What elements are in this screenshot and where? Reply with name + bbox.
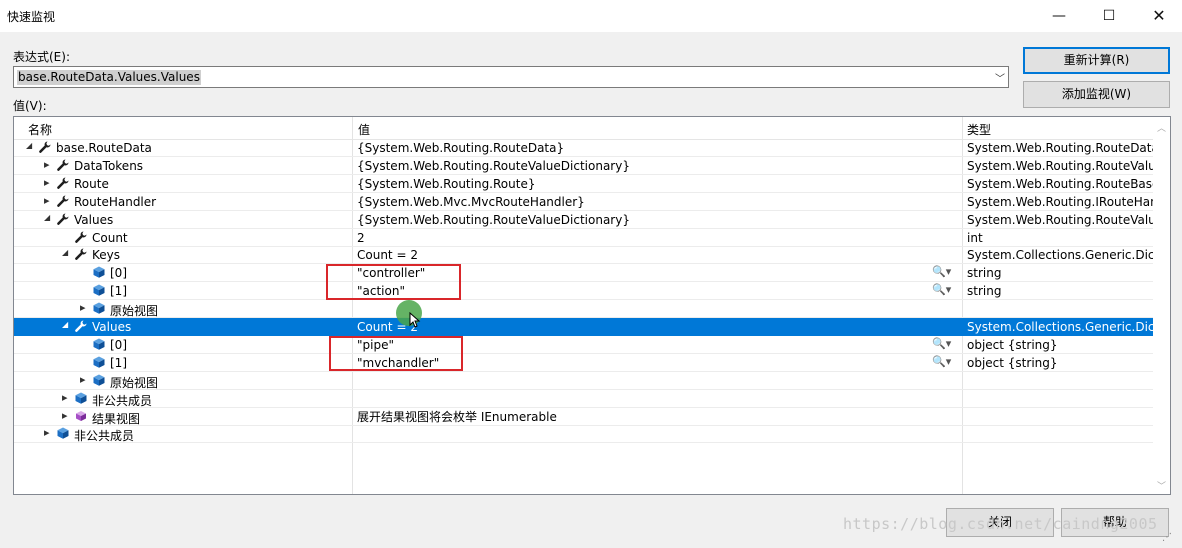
row-name: [1] [110,355,127,370]
row-value[interactable]: {System.Web.Routing.RouteData} [357,141,957,155]
tree-row[interactable]: [1] "action" 🔍▾ string [14,282,1154,301]
expand-arrow-icon[interactable]: ▸ [44,194,52,207]
row-name: Values [92,320,132,334]
expression-combobox[interactable]: base.RouteData.Values.Values ﹀ [13,66,1009,88]
scroll-down-icon[interactable]: ﹀ [1157,479,1166,492]
collapse-arrow-icon[interactable]: ◢ [26,141,34,150]
expand-arrow-icon[interactable]: ▸ [62,391,70,404]
row-name: [0] [110,337,127,352]
row-name: 结果视图 [92,411,141,426]
tree-row[interactable]: [0] "controller" 🔍▾ string [14,264,1154,283]
expand-arrow-icon[interactable]: ▸ [44,426,52,439]
row-type: int [967,230,983,245]
row-type: object {string} [967,337,1058,352]
tree-row[interactable]: ▸ 非公共成员 [14,425,1154,444]
resize-grip-icon[interactable]: ⋰ [1162,532,1172,543]
maximize-button[interactable]: ☐ [1086,0,1132,32]
tree-row[interactable]: ▸ DataTokens {System.Web.Routing.RouteValu… [14,157,1154,175]
row-type: System.Web.Routing.RouteValueD [967,212,1154,227]
expression-label: 表达式(E): [13,50,70,64]
text-visualizer-icon[interactable]: 🔍▾ [932,337,951,350]
highlight-box [326,264,461,300]
mouse-pointer-icon [409,312,421,328]
tree-row[interactable]: [0] "pipe" 🔍▾ object {string} [14,336,1154,354]
tree-row[interactable]: ◢ Keys Count = 2 System.Collections.Generic… [14,246,1154,265]
row-type: System.Web.Routing.RouteData [967,141,1154,155]
tree-row[interactable]: [1] "mvchandler" 🔍▾ object {string} [14,354,1154,372]
tree-row[interactable]: ◢ base.RouteData {System.Web.Routing.Route… [14,139,1154,157]
column-header-name[interactable]: 名称 [28,121,52,138]
watermark: https://blog.csdn.net/caindng2005 [843,515,1158,533]
scroll-up-icon[interactable]: ︿ [1157,121,1166,134]
add-watch-button[interactable]: 添加监视(W) [1023,81,1170,108]
title-bar: 快速监视 — ☐ ✕ [0,0,1182,32]
collapse-arrow-icon[interactable]: ◢ [44,213,52,222]
expand-arrow-icon[interactable]: ▸ [44,158,52,171]
row-type: string [967,284,1002,299]
row-type: object {string} [967,355,1058,370]
row-type: System.Collections.Generic.Dictio [967,320,1154,334]
grid-header: 名称 值 类型 [14,117,1154,140]
row-value[interactable]: {System.Web.Mvc.MvcRouteHandler} [357,195,957,209]
tree-row[interactable]: ▸ 原始视图 [14,300,1154,319]
row-name: 非公共成员 [92,393,153,408]
row-name: Route [74,176,109,191]
row-value[interactable]: Count = 2 [357,248,957,262]
expand-arrow-icon[interactable]: ▸ [44,176,52,189]
row-name: base.RouteData [56,141,152,155]
row-value[interactable]: 展开结果视图将会枚举 IEnumerable [357,410,957,424]
window-title: 快速监视 [7,10,56,24]
tree-row[interactable]: Count 2 int [14,229,1154,247]
recalculate-button[interactable]: 重新计算(R) [1023,47,1170,74]
row-type: string [967,266,1002,281]
tree-row-selected[interactable]: ◢ Values Count = 2 System.Collections.Gener… [14,318,1154,336]
row-name: [0] [110,266,127,281]
row-name: RouteHandler [74,194,157,209]
row-name: Values [74,212,114,227]
row-type: System.Collections.Generic.Dictio [967,248,1154,263]
tree-row[interactable]: ▸ RouteHandler {System.Web.Mvc.MvcRouteHan… [14,193,1154,211]
minimize-button[interactable]: — [1036,0,1082,32]
value-label: 值(V): [13,99,47,113]
row-name: Count [92,230,128,245]
tree-row[interactable]: ▸ 非公共成员 [14,390,1154,408]
row-name: 非公共成员 [74,429,135,444]
row-type: System.Web.Routing.RouteBase { [967,176,1154,191]
row-value[interactable]: {System.Web.Routing.RouteValueDictionary… [357,159,957,173]
chevron-down-icon[interactable]: ﹀ [995,70,1005,85]
text-visualizer-icon[interactable]: 🔍▾ [932,283,951,296]
highlight-box [329,336,463,371]
tree-row[interactable]: ▸ 原始视图 [14,372,1154,390]
row-name: DataTokens [74,158,144,173]
row-name: Keys [92,248,121,263]
collapse-arrow-icon[interactable]: ◢ [62,248,70,257]
text-visualizer-icon[interactable]: 🔍▾ [932,355,951,368]
close-window-button[interactable]: ✕ [1136,0,1182,32]
tree-row[interactable]: ▸ 结果视图 展开结果视图将会枚举 IEnumerable [14,408,1154,426]
row-value[interactable]: 2 [357,231,957,245]
row-name: 原始视图 [110,304,159,319]
row-value[interactable]: Count = 2 [357,320,957,334]
column-header-value[interactable]: 值 [358,121,370,138]
tree-row[interactable]: ▸ Route {System.Web.Routing.Route} System.W… [14,175,1154,193]
row-type: System.Web.Routing.IRouteHand [967,194,1154,209]
collapse-arrow-icon[interactable]: ◢ [62,320,70,329]
row-type: System.Web.Routing.RouteValueD [967,158,1154,173]
expression-input[interactable]: base.RouteData.Values.Values [17,70,201,85]
expand-arrow-icon[interactable]: ▸ [80,373,88,386]
tree-row[interactable]: ◢ Values {System.Web.Routing.RouteValueDic… [14,211,1154,229]
vertical-scrollbar[interactable]: ︿ ﹀ [1153,117,1170,494]
row-name: 原始视图 [110,375,159,390]
text-visualizer-icon[interactable]: 🔍▾ [932,265,951,278]
expand-arrow-icon[interactable]: ▸ [62,409,70,422]
row-value[interactable]: {System.Web.Routing.RouteValueDictionary… [357,213,957,227]
row-name: [1] [110,284,127,299]
column-header-type[interactable]: 类型 [967,121,991,138]
watch-grid: 名称 值 类型 ◢ base.RouteData {System.Web.Routi… [13,116,1171,495]
row-value[interactable]: {System.Web.Routing.Route} [357,177,957,191]
expand-arrow-icon[interactable]: ▸ [80,301,88,314]
